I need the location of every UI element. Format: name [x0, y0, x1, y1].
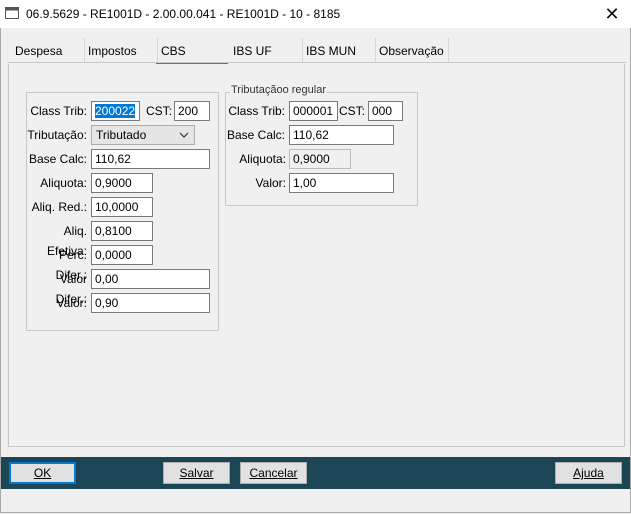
- close-icon[interactable]: ✕: [599, 3, 625, 25]
- cst-input[interactable]: 200: [174, 101, 210, 121]
- class-trib-label: Class Trib:: [30, 104, 87, 118]
- tab-ibs-mun[interactable]: IBS MUN: [301, 38, 376, 62]
- tab-observacao[interactable]: Observação: [374, 38, 449, 62]
- valor-input[interactable]: 0,90: [91, 293, 210, 313]
- chevron-down-icon: [179, 132, 189, 138]
- regular-valor-label: Valor:: [255, 176, 286, 190]
- window-title: 06.9.5629 - RE1001D - 2.00.00.041 - RE10…: [26, 7, 341, 21]
- tributacao-select[interactable]: Tributado: [91, 125, 195, 145]
- regular-cst-input[interactable]: 000: [368, 101, 403, 121]
- tributacao-label: Tributação:: [27, 128, 87, 142]
- regular-aliquota-input: 0,9000: [289, 149, 351, 169]
- tab-strip: Despesa Impostos CBS IBS UF IBS MUN Obse…: [0, 38, 631, 65]
- ok-button[interactable]: OK: [9, 462, 76, 484]
- regular-base-calc-label: Base Calc:: [226, 128, 285, 142]
- regular-class-trib-label: Class Trib:: [228, 104, 285, 118]
- tab-cbs[interactable]: CBS: [156, 38, 228, 65]
- cancelar-button[interactable]: Cancelar: [240, 462, 307, 484]
- salvar-button[interactable]: Salvar: [163, 462, 230, 484]
- ajuda-button[interactable]: Ajuda: [555, 462, 622, 484]
- tab-ibs-uf[interactable]: IBS UF: [228, 38, 303, 62]
- regular-class-trib-input[interactable]: 000001: [289, 101, 338, 121]
- regular-cst-label: CST:: [339, 104, 366, 118]
- valor-difer-input[interactable]: 0,00: [91, 269, 210, 289]
- valor-label: Valor:: [56, 296, 87, 310]
- footer-bar: [1, 457, 630, 489]
- tab-impostos[interactable]: Impostos: [83, 38, 158, 62]
- aliq-red-input[interactable]: 10,0000: [91, 197, 153, 217]
- aliquota-label: Aliquota:: [40, 176, 87, 190]
- regular-aliquota-label: Aliquota:: [239, 152, 286, 166]
- tributacao-value: Tributado: [96, 128, 147, 142]
- app-icon: [5, 7, 19, 19]
- title-bar: 06.9.5629 - RE1001D - 2.00.00.041 - RE10…: [0, 0, 631, 29]
- tab-despesa[interactable]: Despesa: [10, 38, 85, 62]
- regular-valor-input[interactable]: 1,00: [289, 173, 394, 193]
- base-calc-label: Base Calc:: [28, 152, 87, 166]
- regular-base-calc-input[interactable]: 110,62: [289, 125, 394, 145]
- base-calc-input[interactable]: 110,62: [91, 149, 210, 169]
- class-trib-value: 200022: [95, 104, 136, 118]
- regular-group-title: Tributaçãoo regular: [230, 84, 327, 96]
- class-trib-input[interactable]: 200022: [91, 101, 140, 121]
- perc-difer-input[interactable]: 0,0000: [91, 245, 153, 265]
- aliq-efetiva-input[interactable]: 0,8100: [91, 221, 153, 241]
- tab-divider: [8, 62, 626, 63]
- aliquota-input[interactable]: 0,9000: [91, 173, 153, 193]
- cst-label: CST:: [145, 104, 172, 118]
- aliq-red-label: Aliq. Red.:: [31, 200, 87, 214]
